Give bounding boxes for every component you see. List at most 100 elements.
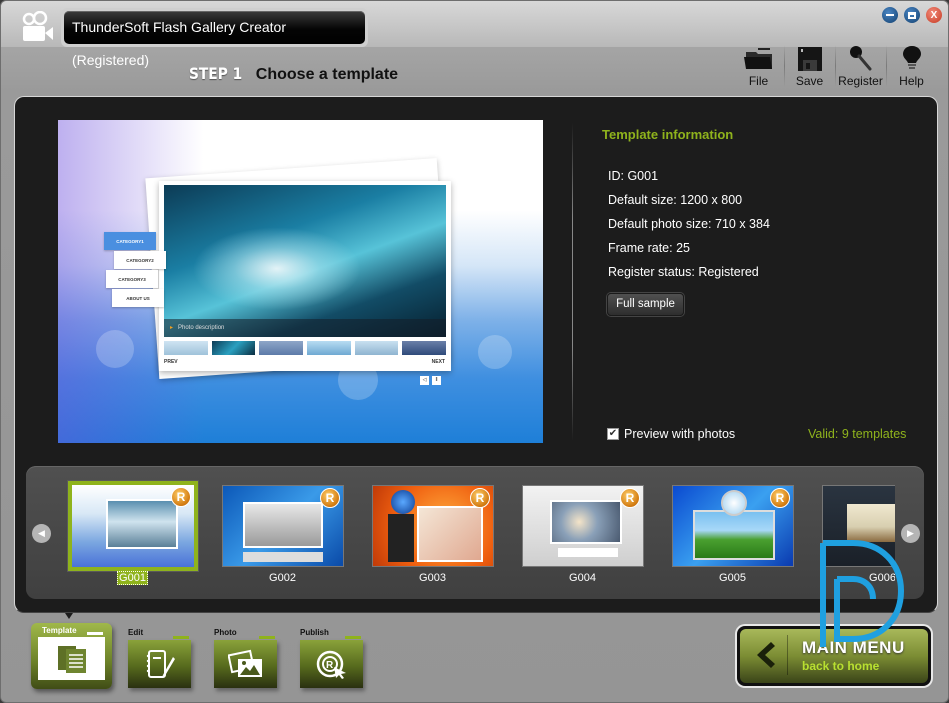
tab-indicator (345, 636, 361, 639)
tab-template-label: Template (42, 626, 77, 635)
tab-indicator (173, 636, 189, 639)
thumbnail-photo (106, 499, 178, 549)
panel-divider (572, 123, 573, 441)
thumbnail-strip (243, 552, 323, 562)
preview-controls: ◁ ‖ (420, 376, 441, 385)
bokeh-decoration (478, 335, 512, 369)
template-thumbnail: R (522, 485, 644, 567)
preview-with-photos-checkbox[interactable]: ✔ (607, 428, 619, 440)
template-thumbnail: R (672, 485, 794, 567)
tab-photo-body (214, 640, 277, 688)
app-title-box: ThunderSoft Flash Gallery Creator (Regis… (61, 8, 368, 68)
template-thumbnail: R (372, 485, 494, 567)
registered-badge: R (770, 488, 790, 508)
registered-badge: R (620, 488, 640, 508)
preview-next: NEXT (431, 359, 445, 365)
tab-template[interactable]: Template (31, 623, 112, 689)
thumbnail-photo (847, 504, 895, 542)
registered-badge: R (171, 487, 191, 507)
preview-prev: PREV (164, 359, 178, 365)
full-sample-button[interactable]: Full sample (607, 293, 684, 316)
main-menu-separator (787, 635, 788, 675)
bokeh-decoration (96, 330, 134, 368)
tab-photo-label: Photo (214, 628, 237, 637)
default-photo-size: Default photo size: 710 x 384 (608, 217, 770, 231)
template-label: G005 (719, 572, 746, 584)
close-icon: X (930, 9, 938, 21)
preview-thumb-strip (164, 340, 447, 356)
key-icon (849, 46, 871, 71)
tab-edit-label: Edit (128, 628, 144, 637)
active-tab-pointer (65, 613, 73, 619)
template-info-list: ID: G001 Default size: 1200 x 800 Defaul… (608, 169, 770, 289)
documents-icon (57, 645, 86, 673)
tab-edit-body (128, 640, 191, 688)
maximize-icon (908, 11, 916, 19)
preview-thumb (402, 341, 447, 355)
preview-with-photos-label: Preview with photos (624, 427, 736, 441)
valid-templates-count: Valid: 9 templates (808, 427, 907, 441)
thumbnail-strip (558, 548, 618, 557)
file-label: File (748, 74, 769, 88)
template-preview[interactable]: Photo description PREV NEXT CATEGORY1 CA… (58, 120, 543, 443)
tab-template-body (38, 637, 105, 680)
minimize-icon (886, 14, 894, 16)
preview-thumb (210, 340, 257, 356)
back-arrow-icon (757, 642, 775, 668)
maximize-button[interactable] (904, 7, 920, 23)
thumbnail-photo (550, 500, 622, 544)
close-button[interactable]: X (926, 7, 942, 23)
step-header: STEP 1 Choose a template (189, 64, 398, 84)
app-title: ThunderSoft Flash Gallery Creator (Regis… (64, 11, 365, 68)
preview-category: ABOUT US (112, 289, 164, 307)
step-number: STEP 1 (189, 64, 243, 83)
floppy-icon (797, 47, 822, 71)
help-button[interactable]: Help (886, 43, 937, 89)
preview-category: CATEGORY1 (104, 232, 156, 250)
preview-frame: Photo description PREV NEXT (159, 181, 451, 371)
minimize-button[interactable] (882, 7, 898, 23)
preview-category: CATEGORY2 (114, 251, 166, 269)
registered-badge: R (320, 488, 340, 508)
chevron-right-icon: ▶ (907, 528, 914, 538)
video-camera-icon (22, 11, 53, 41)
frame-rate: Frame rate: 25 (608, 241, 690, 255)
tab-publish-body: R (300, 640, 363, 688)
step-title: Choose a template (255, 66, 399, 83)
sound-icon: ◁ (420, 376, 429, 385)
svg-text:R: R (326, 660, 334, 671)
thumbnail-logo (721, 490, 747, 516)
default-size: Default size: 1200 x 800 (608, 193, 743, 207)
watermark-logo-icon (820, 540, 905, 647)
folder-icon (743, 48, 772, 69)
preview-thumb (164, 341, 208, 355)
pause-icon: ‖ (432, 376, 441, 385)
photos-icon (227, 649, 262, 677)
toolbar: File Save Register Help (733, 43, 937, 89)
save-button[interactable]: Save (784, 43, 835, 89)
template-info-heading: Template information (602, 127, 734, 142)
window-controls: X (882, 7, 942, 23)
photo-description: Photo description (164, 319, 446, 337)
tab-indicator (259, 636, 275, 639)
chevron-left-icon: ◀ (38, 528, 45, 538)
tab-indicator (87, 632, 103, 635)
register-button[interactable]: Register (835, 43, 886, 89)
preview-with-photos-toggle[interactable]: ✔ Preview with photos (607, 427, 735, 441)
app-window: ThunderSoft Flash Gallery Creator (Regis… (0, 0, 949, 703)
thumbnail-sidebar (388, 514, 414, 562)
template-thumbnail: R (222, 485, 344, 567)
template-label: G003 (419, 572, 446, 584)
template-label: G004 (569, 572, 596, 584)
thumbnail-globe (391, 490, 415, 514)
template-label: G002 (269, 572, 296, 584)
gallery-prev-button[interactable]: ◀ (32, 524, 51, 543)
tab-publish-label: Publish (300, 628, 329, 637)
file-button[interactable]: File (733, 43, 784, 89)
register-status: Register status: Registered (608, 265, 759, 279)
thumbnail-photo (417, 506, 483, 562)
thumbnail-photo (243, 502, 323, 548)
preview-photo: Photo description (164, 185, 446, 337)
preview-thumb (307, 341, 351, 355)
main-menu-subtitle: back to home (802, 659, 880, 673)
